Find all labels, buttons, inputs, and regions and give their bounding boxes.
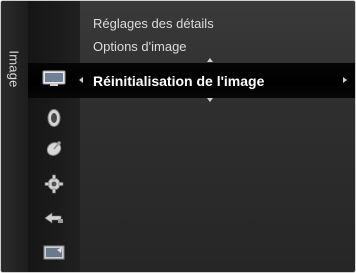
arrow-right-icon: [343, 77, 347, 83]
menu-item-detail-settings[interactable]: Réglages des détails: [93, 16, 214, 31]
arrow-left-icon: [79, 77, 83, 83]
arrow-down-icon: [207, 98, 213, 102]
channel-icon[interactable]: [42, 136, 66, 160]
tv-menu-screen: Image Réglages des détails Options d'ima…: [0, 0, 356, 273]
category-tab: Image: [1, 1, 28, 272]
menu-item-picture-reset[interactable]: Réinitialisation de l'image: [93, 73, 264, 89]
input-icon[interactable]: [42, 206, 66, 230]
setup-icon[interactable]: [42, 172, 66, 196]
application-icon[interactable]: [42, 241, 66, 265]
picture-icon[interactable]: [42, 67, 66, 91]
menu-item-picture-options[interactable]: Options d'image: [93, 39, 187, 54]
sound-icon[interactable]: [42, 106, 66, 130]
category-title: Image: [6, 50, 22, 88]
arrow-up-icon: [207, 58, 213, 62]
